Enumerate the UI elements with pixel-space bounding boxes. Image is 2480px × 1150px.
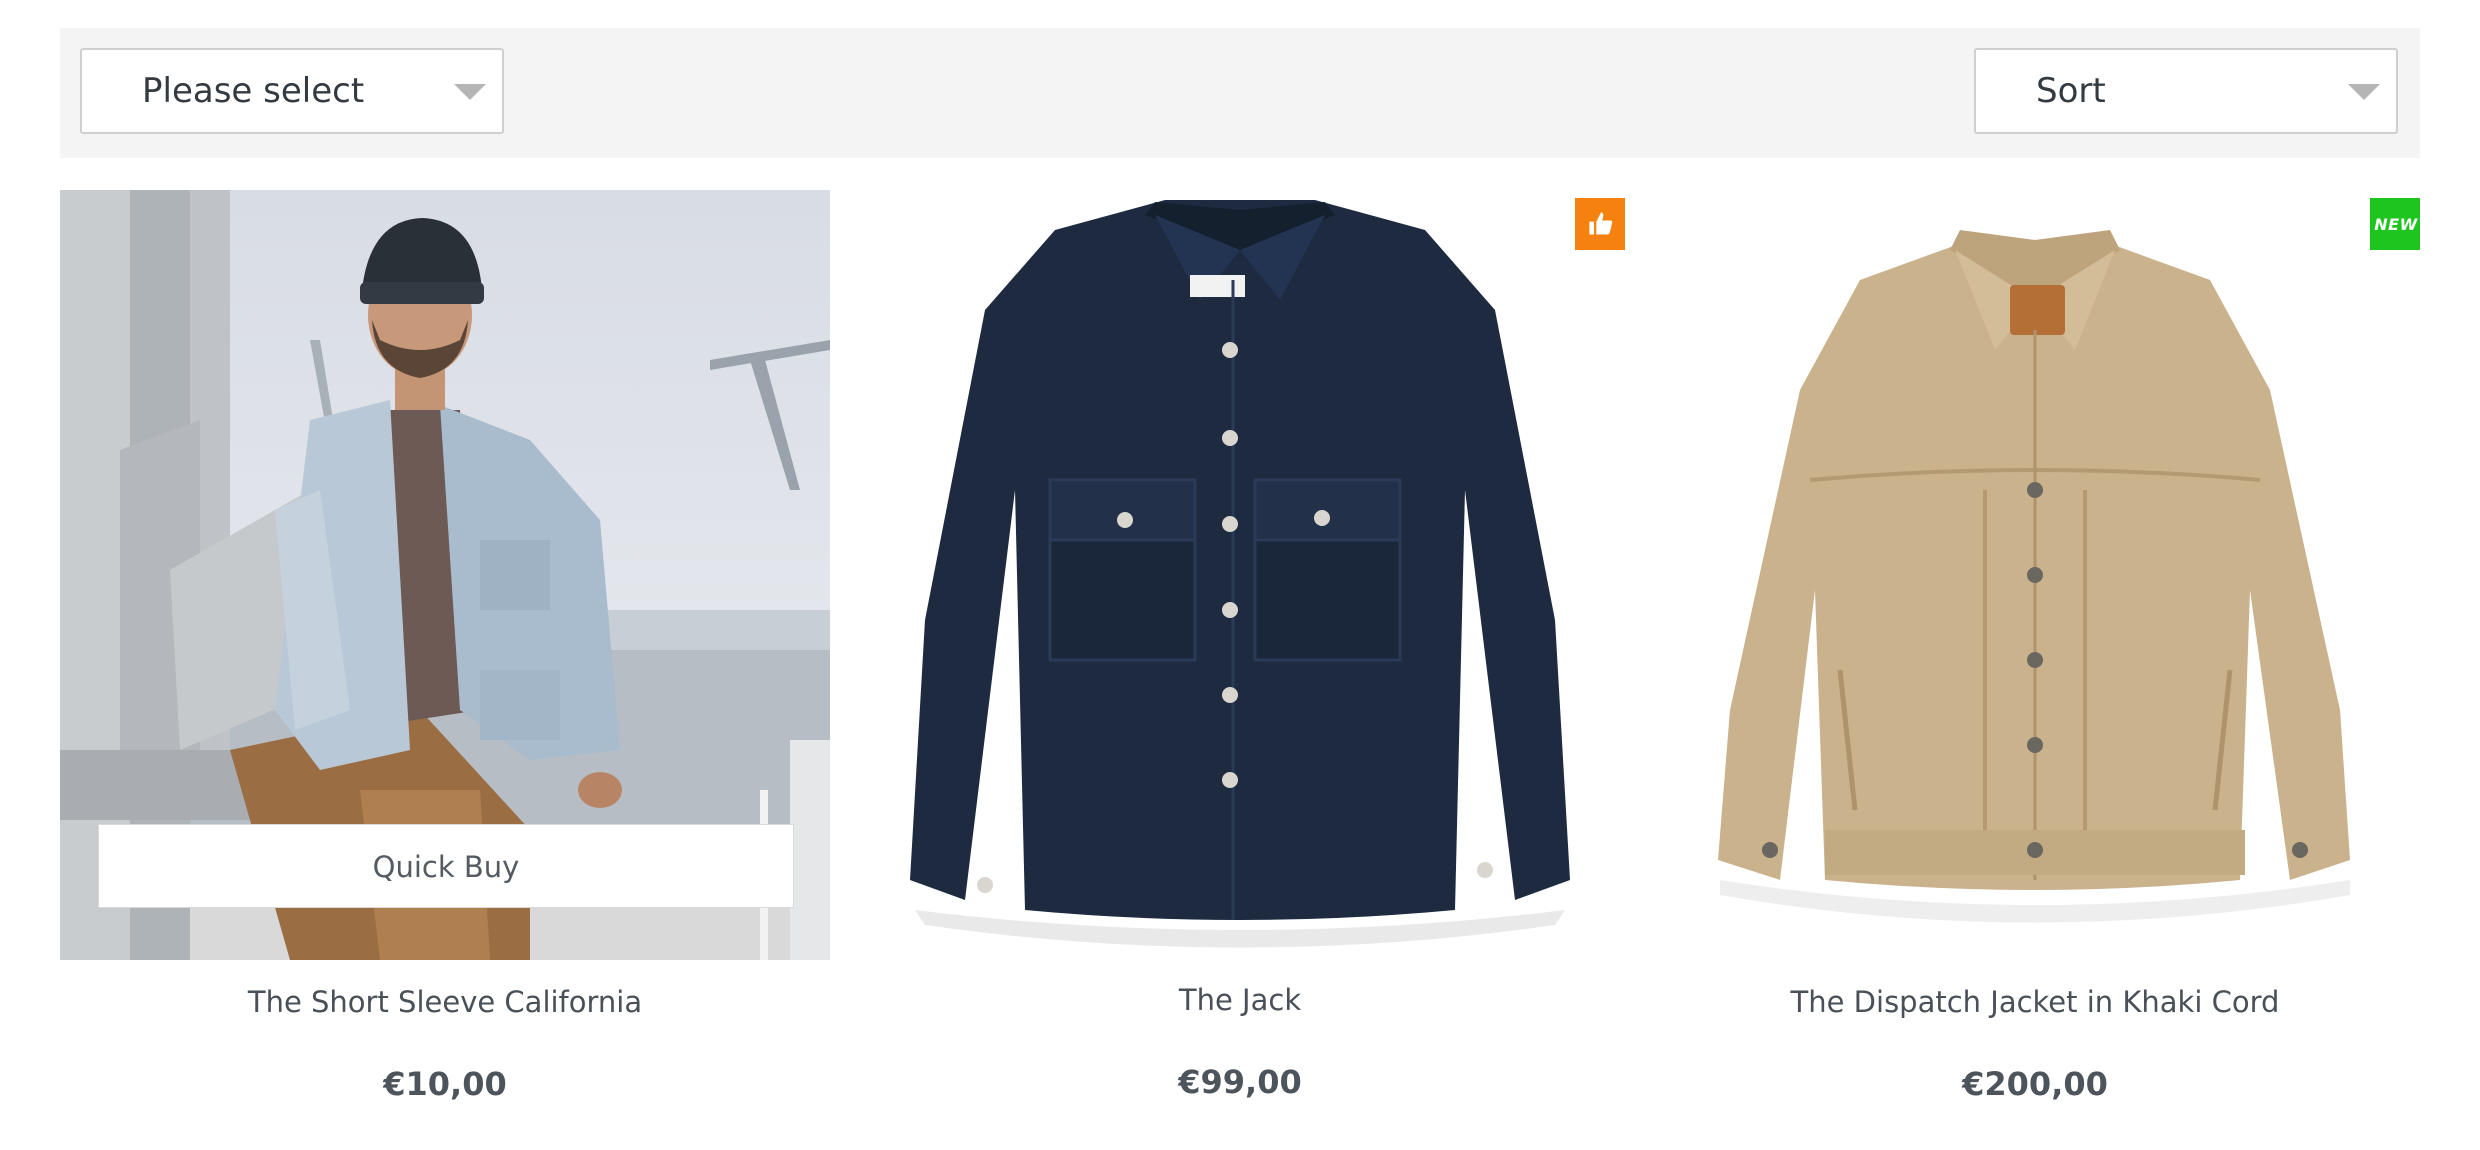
- product-card[interactable]: The Jack €99,00: [855, 190, 1625, 1150]
- filter-select[interactable]: Please select: [80, 48, 504, 134]
- product-price: €99,00: [1178, 1063, 1302, 1101]
- chevron-down-icon: [454, 84, 486, 100]
- sort-select-value: Sort: [2036, 71, 2106, 111]
- thumbs-up-icon: [1587, 210, 1615, 238]
- product-title[interactable]: The Short Sleeve California: [60, 985, 830, 1019]
- product-image[interactable]: NEW: [1650, 190, 2420, 960]
- product-price: €10,00: [383, 1065, 507, 1103]
- sort-select[interactable]: Sort: [1974, 48, 2398, 134]
- filter-bar: Please select Sort: [60, 28, 2420, 158]
- product-card[interactable]: NEW The Dispatch Jacket in Khaki Cord €2…: [1650, 190, 2420, 1150]
- chevron-down-icon: [2348, 84, 2380, 100]
- product-title[interactable]: The Dispatch Jacket in Khaki Cord: [1650, 985, 2420, 1019]
- product-price: €200,00: [1962, 1065, 2108, 1103]
- filter-select-value: Please select: [142, 71, 365, 111]
- recommended-badge: [1575, 198, 1625, 250]
- product-title[interactable]: The Jack: [855, 983, 1625, 1017]
- product-card[interactable]: Quick Buy The Short Sleeve California €1…: [60, 190, 830, 1150]
- product-image[interactable]: Quick Buy: [60, 190, 830, 960]
- new-badge: NEW: [2370, 198, 2420, 250]
- quick-buy-button[interactable]: Quick Buy: [98, 824, 794, 908]
- product-image[interactable]: [855, 190, 1625, 960]
